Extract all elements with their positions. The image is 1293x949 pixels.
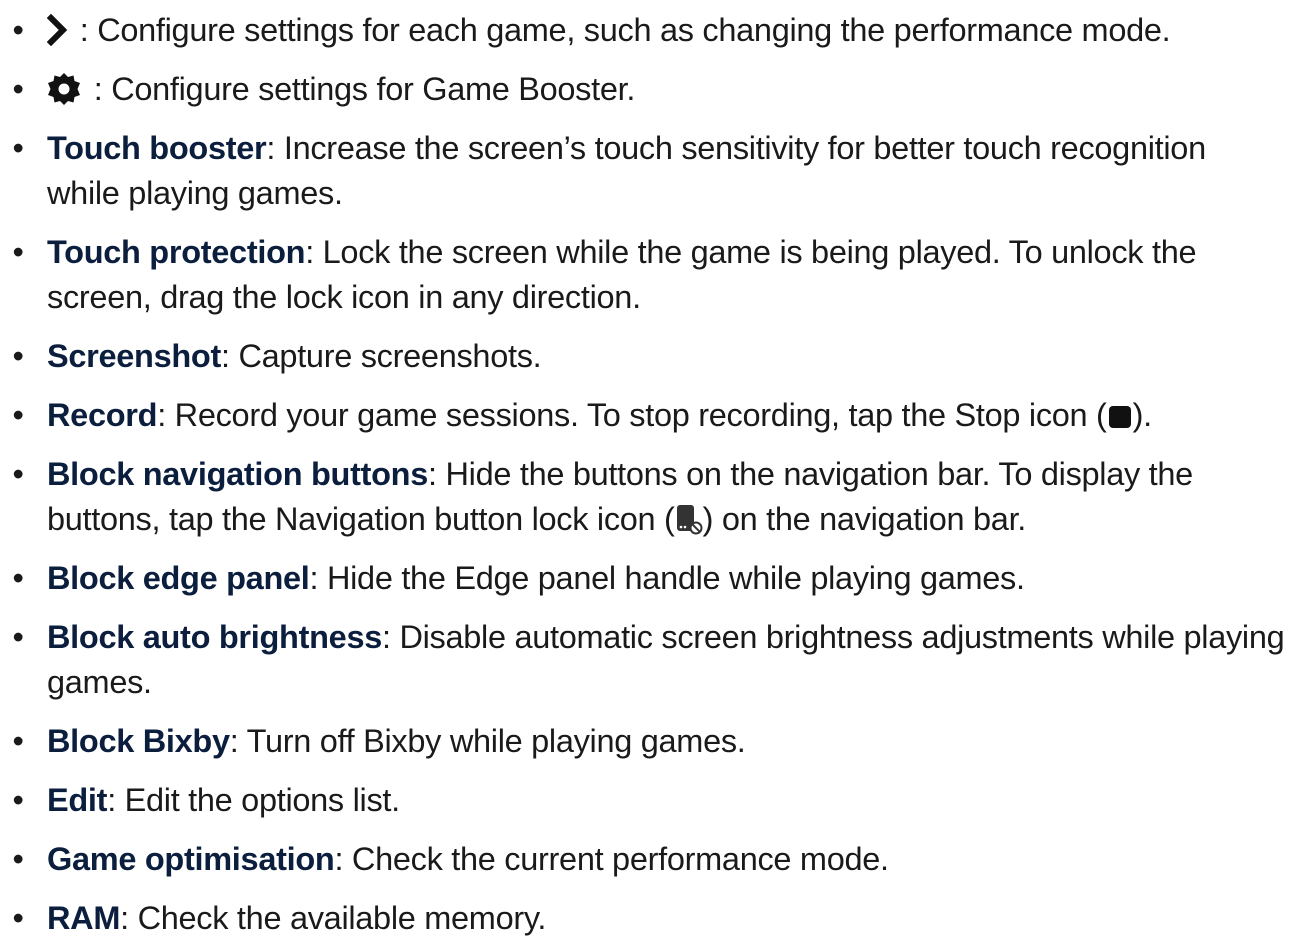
item-description-end: ) on the navigation bar.: [702, 501, 1027, 537]
list-item-record: • Record: Record your game sessions. To …: [0, 393, 1293, 438]
list-item-block-auto-brightness: • Block auto brightness: Disable automat…: [0, 615, 1293, 705]
list-item-touch-protection: • Touch protection: Lock the screen whil…: [0, 230, 1293, 320]
bullet: •: [12, 234, 24, 270]
bullet: •: [12, 12, 24, 48]
bullet: •: [12, 130, 24, 166]
bullet: •: [12, 456, 24, 492]
gear-icon: [48, 73, 80, 105]
list-item-ram: • RAM: Check the available memory.: [0, 896, 1293, 941]
item-description: : Configure settings for Game Booster.: [85, 71, 636, 107]
bullet: •: [12, 560, 24, 596]
item-term: Block navigation buttons: [47, 456, 429, 492]
bullet: •: [12, 723, 24, 759]
bullet: •: [12, 71, 24, 107]
item-term: Screenshot: [47, 338, 222, 374]
bullet: •: [12, 619, 24, 655]
list-item-game-optimisation: • Game optimisation: Check the current p…: [0, 837, 1293, 882]
bullet: •: [12, 782, 24, 818]
item-description: : Capture screenshots.: [221, 338, 542, 374]
list-item-block-bixby: • Block Bixby: Turn off Bixby while play…: [0, 719, 1293, 764]
item-term: Record: [47, 397, 158, 433]
item-term: Block edge panel: [47, 560, 310, 596]
item-description-end: ).: [1132, 397, 1153, 433]
item-description: : Turn off Bixby while playing games.: [229, 723, 746, 759]
item-description: : Check the available memory.: [120, 900, 547, 936]
chevron-right-icon: [47, 14, 68, 46]
item-description: : Record your game sessions. To stop rec…: [157, 397, 1107, 433]
bullet: •: [12, 900, 24, 936]
item-term: Game optimisation: [47, 841, 335, 877]
document-page: • : Configure settings for each game, su…: [0, 0, 1293, 949]
item-term: Block auto brightness: [47, 619, 382, 655]
list-item-block-navigation-buttons: • Block navigation buttons: Hide the but…: [0, 452, 1293, 542]
item-description: : Check the current performance mode.: [334, 841, 889, 877]
item-term: RAM: [47, 900, 121, 936]
item-term: Edit: [47, 782, 108, 818]
item-term: Touch booster: [47, 130, 267, 166]
navigation-button-lock-icon: [676, 505, 703, 535]
list-item-block-edge-panel: • Block edge panel: Hide the Edge panel …: [0, 556, 1293, 601]
item-term: Touch protection: [47, 234, 306, 270]
item-description: : Hide the Edge panel handle while playi…: [309, 560, 1026, 596]
item-description: : Edit the options list.: [107, 782, 400, 818]
bullet: •: [12, 338, 24, 374]
stop-icon: [1108, 406, 1131, 428]
list-item-game-booster-settings: • : Configure settings for Game Booster.: [0, 67, 1293, 112]
bullet: •: [12, 397, 24, 433]
list-item-edit: • Edit: Edit the options list.: [0, 778, 1293, 823]
item-description: : Configure settings for each game, such…: [71, 12, 1171, 48]
list-item-screenshot: • Screenshot: Capture screenshots.: [0, 334, 1293, 379]
list-item-game-settings: • : Configure settings for each game, su…: [0, 8, 1293, 53]
bullet: •: [12, 841, 24, 877]
list-item-touch-booster: • Touch booster: Increase the screen’s t…: [0, 126, 1293, 216]
item-term: Block Bixby: [47, 723, 230, 759]
